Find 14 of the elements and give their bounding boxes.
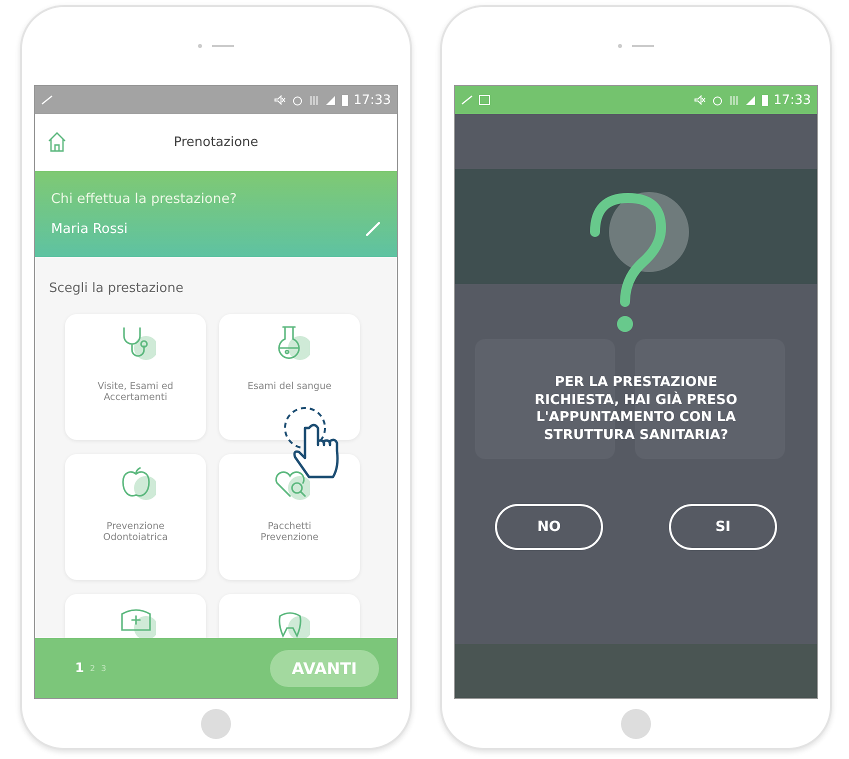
- service-tile[interactable]: Esami del sangue: [219, 314, 360, 440]
- service-tile[interactable]: Visite, Esami ed Accertamenti: [65, 314, 206, 440]
- section-title: Scegli la prestazione: [48, 280, 184, 298]
- status-time: 17:33: [354, 92, 391, 108]
- banner-question: Chi effettua la prestazione?: [51, 191, 238, 207]
- patient-name: Maria Rossi: [51, 221, 128, 237]
- service-tile[interactable]: Prevenzione Odontoiatrica: [65, 454, 206, 580]
- page-number[interactable]: 1: [75, 660, 84, 676]
- service-tile[interactable]: Pacchetti Prevenzione: [219, 454, 360, 580]
- status-time: 17:33: [774, 92, 811, 108]
- answer-button[interactable]: NO: [495, 504, 603, 550]
- screen-title: Prenotazione: [174, 135, 258, 150]
- dialog-question: PER LA PRESTAZIONE RICHIESTA, HAI GIÀ PRESO L'APPUNTAMENTO CON LA STRUTTURA SANITARIA?: [534, 374, 738, 444]
- answer-button[interactable]: SI: [669, 504, 777, 550]
